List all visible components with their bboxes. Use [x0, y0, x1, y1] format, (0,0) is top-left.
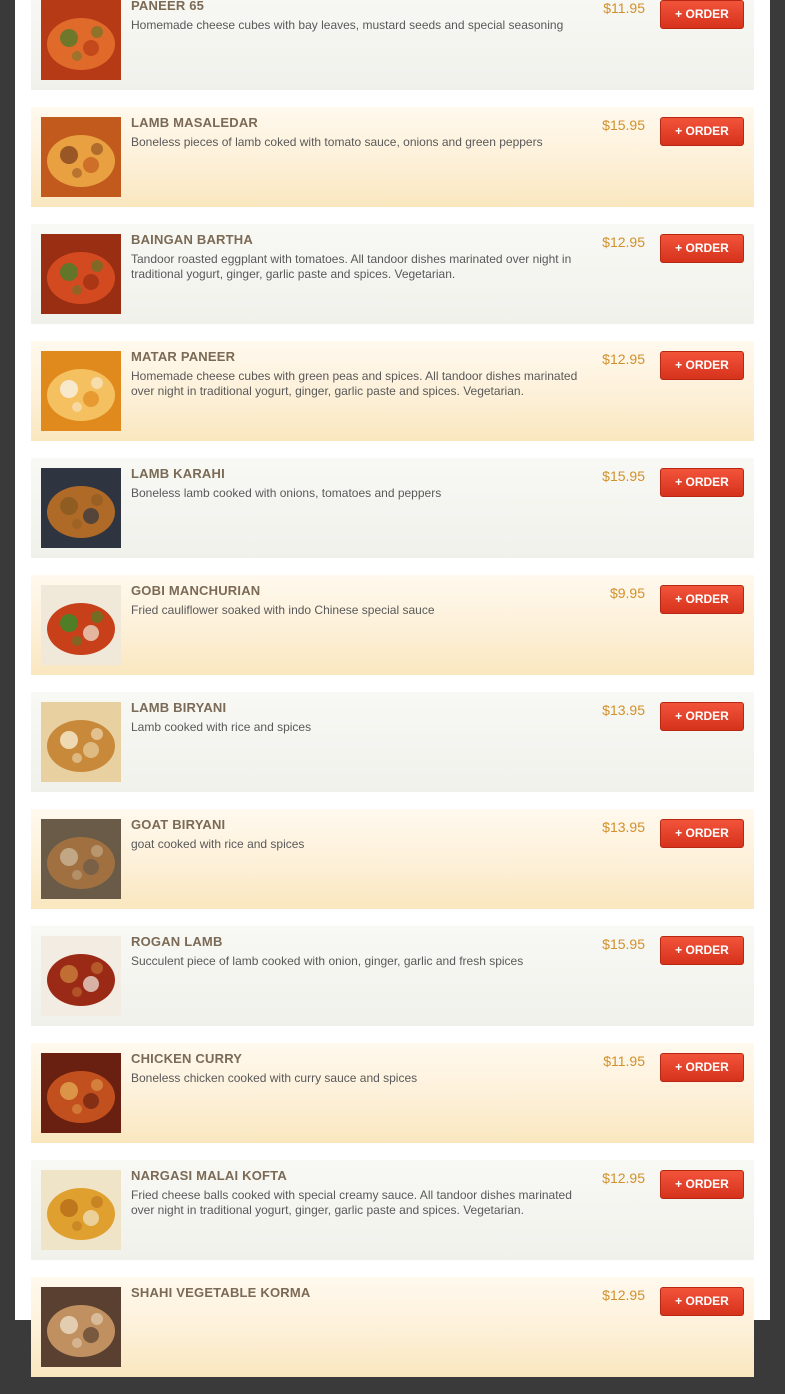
order-button[interactable]: + ORDER [660, 936, 744, 965]
menu-item: GOBI MANCHURIAN Fried cauliflower soaked … [31, 575, 754, 675]
menu-item: BAINGAN BARTHA Tandoor roasted eggplant w… [31, 224, 754, 324]
dish-description: Boneless lamb cooked with onions, tomato… [131, 486, 442, 500]
dish-photo[interactable] [41, 468, 121, 548]
dish-photo[interactable] [41, 585, 121, 665]
dish-photo[interactable] [41, 819, 121, 899]
dish-photo[interactable] [41, 234, 121, 314]
order-button[interactable]: + ORDER [660, 468, 744, 497]
dish-price: $12.95 [602, 1170, 645, 1186]
menu-item: GOAT BIRYANI goat cooked with rice and sp… [31, 809, 754, 909]
dish-price: $12.95 [602, 234, 645, 250]
dish-price: $15.95 [602, 936, 645, 952]
dish-photo[interactable] [41, 0, 121, 80]
order-button[interactable]: + ORDER [660, 1053, 744, 1082]
dish-photo[interactable] [41, 351, 121, 431]
dish-name: ROGAN LAMB [131, 934, 223, 949]
dish-name: BAINGAN BARTHA [131, 232, 253, 247]
dish-name: MATAR PANEER [131, 349, 236, 364]
dish-price: $15.95 [602, 468, 645, 484]
dish-name: LAMB KARAHI [131, 466, 225, 481]
menu-item-list: PANEER 65 Homemade cheese cubes with bay … [31, 0, 754, 1394]
dish-description: Boneless chicken cooked with curry sauce… [131, 1071, 418, 1085]
dish-description: Homemade cheese cubes with green peas an… [131, 369, 578, 398]
order-button[interactable]: + ORDER [660, 117, 744, 146]
menu-item: PANEER 65 Homemade cheese cubes with bay … [31, 0, 754, 90]
order-button[interactable]: + ORDER [660, 585, 744, 614]
dish-name: PANEER 65 [131, 0, 205, 13]
menu-item: NARGASI MALAI KOFTA Fried cheese balls co… [31, 1160, 754, 1260]
dish-description: Lamb cooked with rice and spices [131, 720, 312, 734]
menu-item: MATAR PANEER Homemade cheese cubes with g… [31, 341, 754, 441]
dish-photo[interactable] [41, 1170, 121, 1250]
dish-price: $12.95 [602, 1287, 645, 1303]
dish-photo[interactable] [41, 1053, 121, 1133]
menu-item: SHAHI VEGETABLE KORMA $12.95 + ORDER [31, 1277, 754, 1377]
order-button[interactable]: + ORDER [660, 1170, 744, 1199]
dish-price: $13.95 [602, 702, 645, 718]
dish-description: Tandoor roasted eggplant with tomatoes. … [131, 252, 572, 281]
menu-page: PANEER 65 Homemade cheese cubes with bay … [15, 0, 770, 1377]
dish-description: Homemade cheese cubes with bay leaves, m… [131, 18, 564, 32]
dish-name: LAMB BIRYANI [131, 700, 227, 715]
dish-photo[interactable] [41, 936, 121, 1016]
order-button[interactable]: + ORDER [660, 1287, 744, 1316]
menu-item: LAMB BIRYANI Lamb cooked with rice and sp… [31, 692, 754, 792]
dish-description: Succulent piece of lamb cooked with onio… [131, 954, 524, 968]
dish-price: $11.95 [603, 0, 645, 16]
dish-price: $11.95 [603, 1053, 645, 1069]
menu-item: CHICKEN CURRY Boneless chicken cooked wit… [31, 1043, 754, 1143]
menu-item: ROGAN LAMB Succulent piece of lamb cooked… [31, 926, 754, 1026]
order-button[interactable]: + ORDER [660, 351, 744, 380]
dish-description: Boneless pieces of lamb coked with tomat… [131, 135, 543, 149]
menu-item: LAMB MASALEDAR Boneless pieces of lamb co… [31, 107, 754, 207]
dish-price: $12.95 [602, 351, 645, 367]
order-button[interactable]: + ORDER [660, 819, 744, 848]
dish-name: CHICKEN CURRY [131, 1051, 243, 1066]
menu-item: LAMB KARAHI Boneless lamb cooked with oni… [31, 458, 754, 558]
dish-description: goat cooked with rice and spices [131, 837, 305, 851]
dish-description: Fried cauliflower soaked with indo Chine… [131, 603, 435, 617]
dish-name: GOAT BIRYANI [131, 817, 226, 832]
dish-description: Fried cheese balls cooked with special c… [131, 1188, 572, 1217]
order-button[interactable]: + ORDER [660, 702, 744, 731]
dish-name: SHAHI VEGETABLE KORMA [131, 1285, 311, 1300]
dish-price: $9.95 [609, 585, 645, 601]
dish-photo[interactable] [41, 702, 121, 782]
order-button[interactable]: + ORDER [660, 234, 744, 263]
dish-name: GOBI MANCHURIAN [131, 583, 261, 598]
order-button[interactable]: + ORDER [660, 0, 744, 29]
dish-photo[interactable] [41, 1287, 121, 1367]
dish-price: $13.95 [602, 819, 645, 835]
dish-name: LAMB MASALEDAR [131, 115, 259, 130]
dish-price: $15.95 [602, 117, 645, 133]
dish-name: NARGASI MALAI KOFTA [131, 1168, 287, 1183]
dish-photo[interactable] [41, 117, 121, 197]
